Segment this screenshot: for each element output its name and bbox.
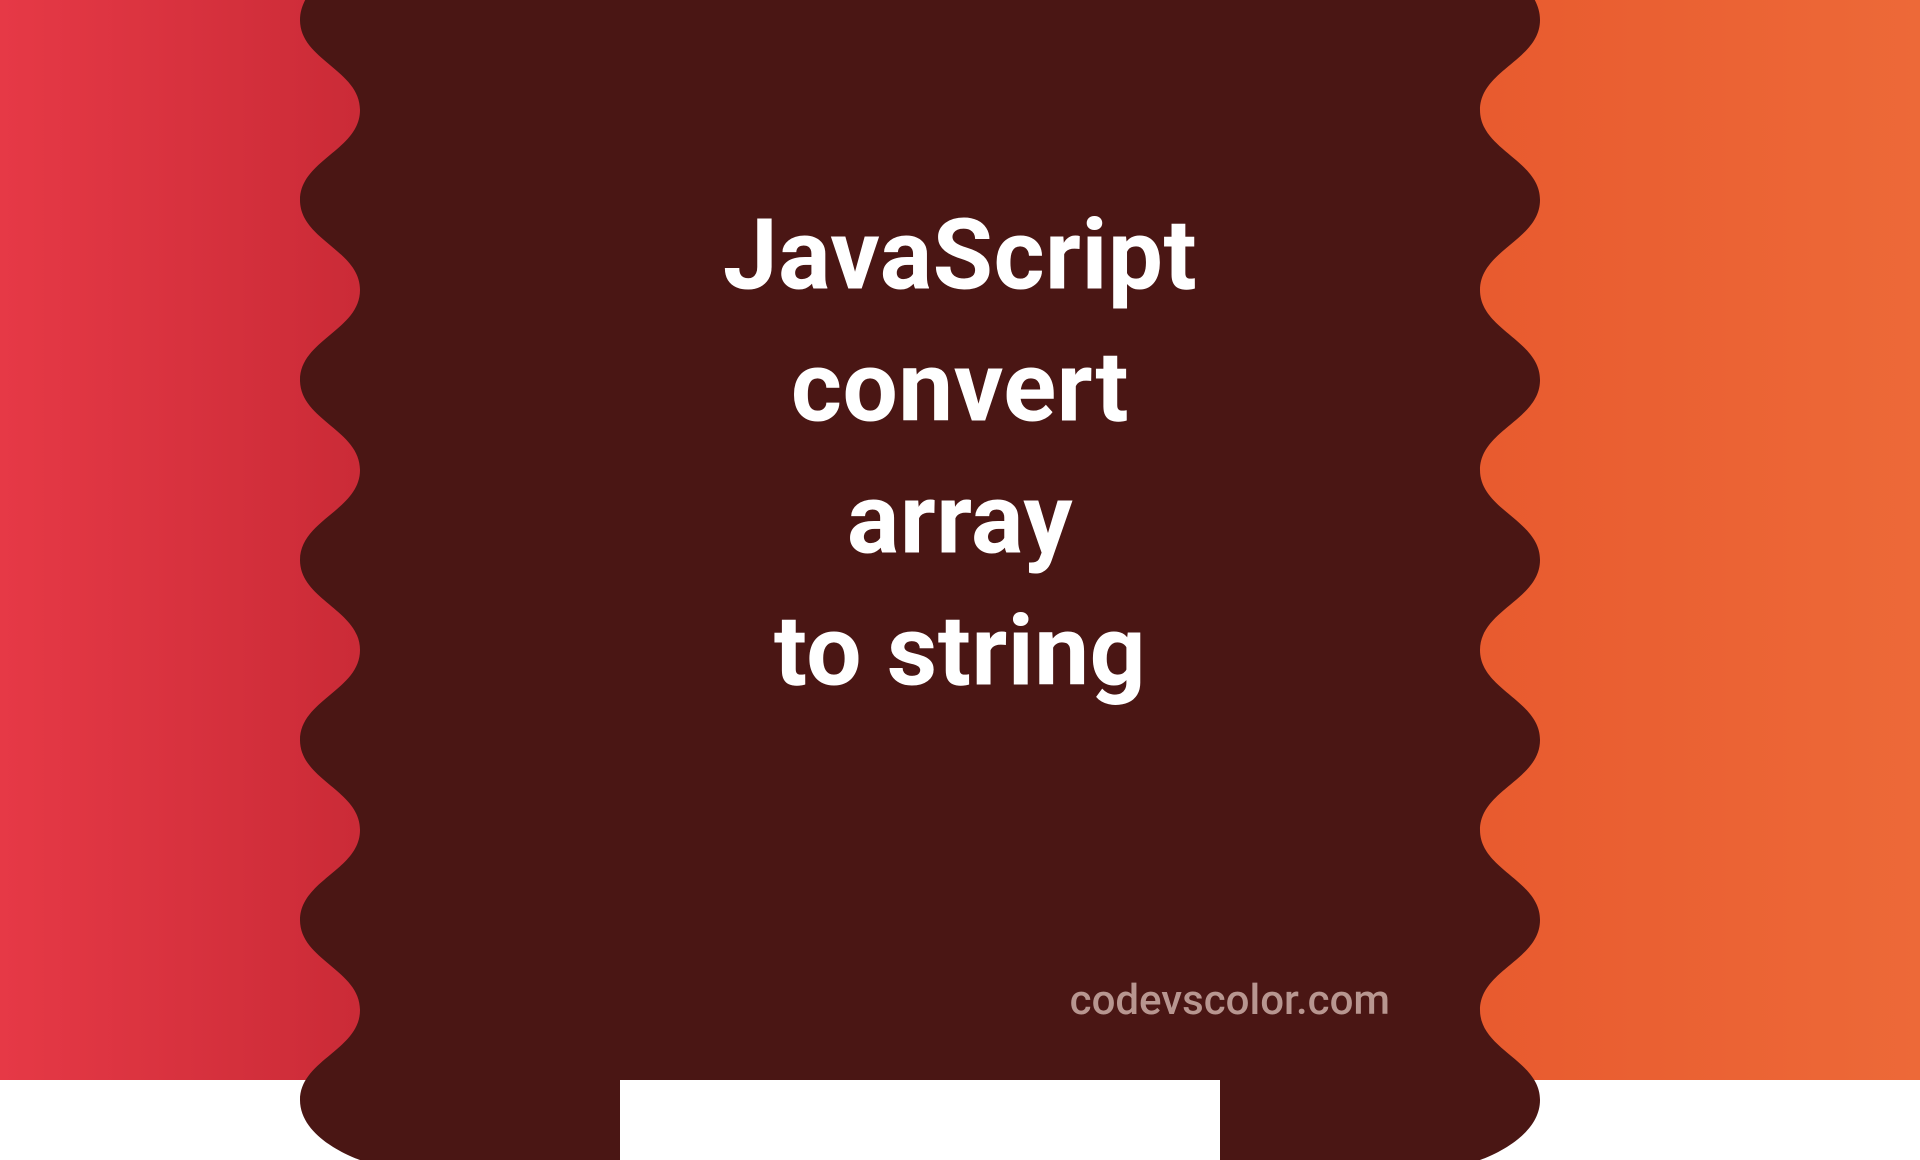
title-block: JavaScript convert array to string — [723, 189, 1197, 718]
banner-graphic: JavaScript convert array to string codev… — [0, 0, 1920, 1080]
watermark-text: codevscolor.com — [1070, 976, 1390, 1025]
title-line-3: array — [723, 454, 1197, 586]
title-line-2: convert — [723, 321, 1197, 453]
blob-shape-left — [200, 0, 620, 1160]
title-line-4: to string — [723, 586, 1197, 718]
title-line-1: JavaScript — [723, 189, 1197, 321]
